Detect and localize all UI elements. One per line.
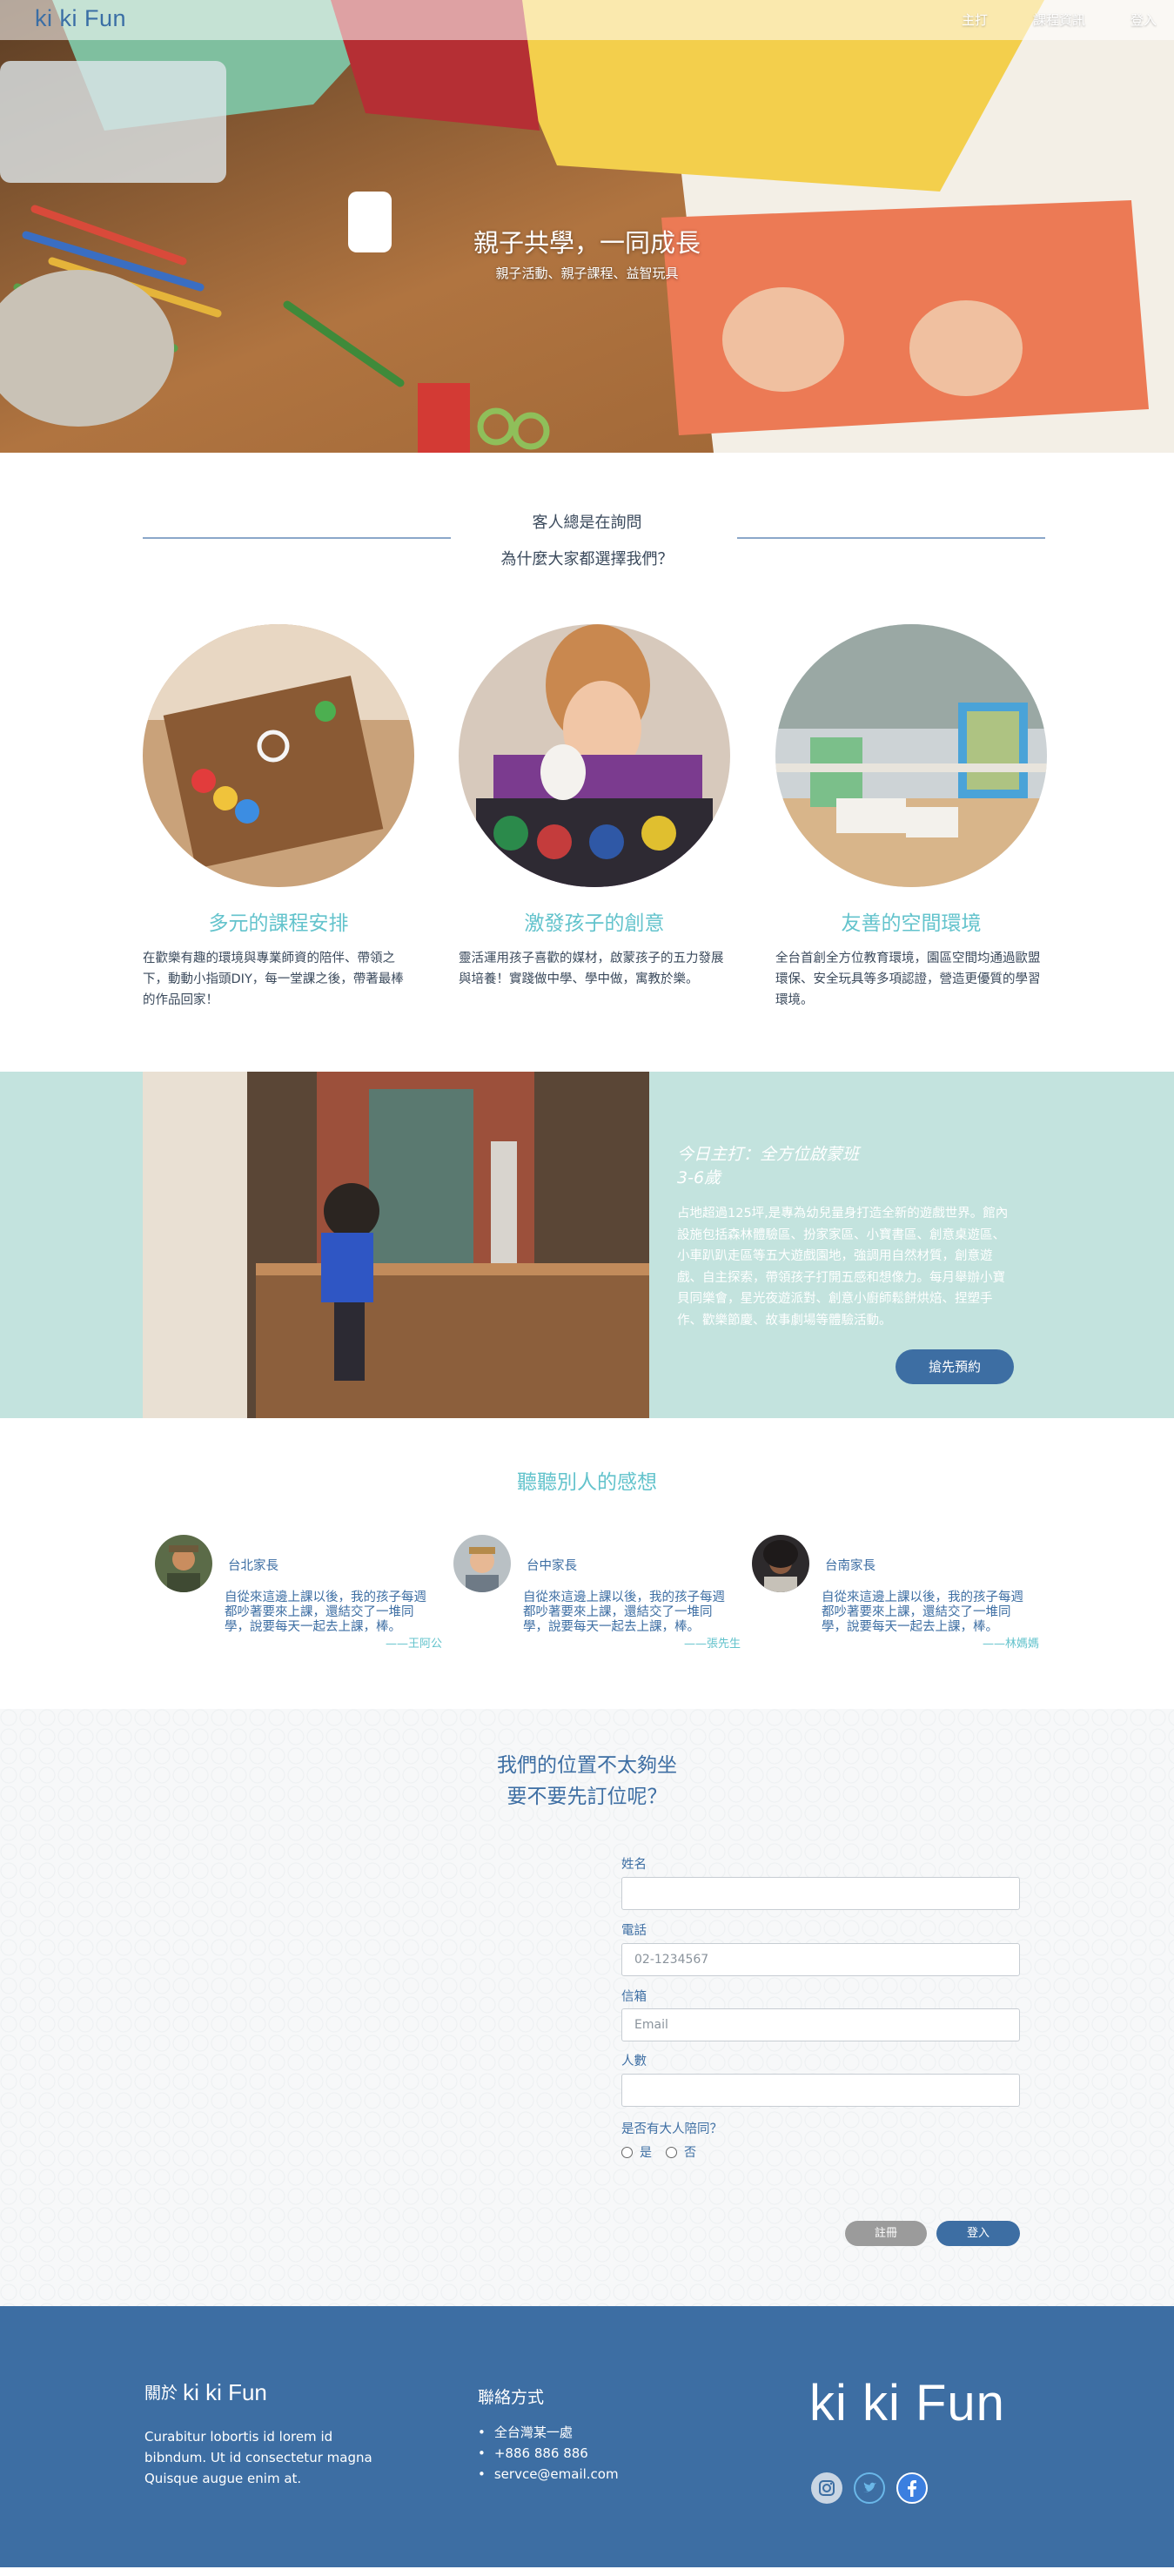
email-label: 信箱 [621, 1990, 647, 2004]
footer-logo: ki ki Fun [809, 2375, 1005, 2431]
nav-link-courses[interactable]: 課程資訊 [1033, 10, 1085, 29]
facebook-icon[interactable] [896, 2472, 928, 2504]
feature-card-space: 友善的空間環境 全台首創全方位教育環境，園區空間均通過歐盟環保、安全玩具等多項認… [775, 624, 1047, 1011]
feature-title: 激發孩子的創意 [524, 912, 665, 935]
testimonial-quote: 自從來這邊上課以後，我的孩子每週都吵著要來上課，還結交了一堆同學，說要每天一起去… [523, 1591, 725, 1634]
feature-image-space [775, 624, 1047, 887]
testimonial-card: 台南家長 自從來這邊上課以後，我的孩子每週都吵著要來上課，還結交了一堆同學，說要… [752, 1535, 1039, 1651]
phone-input[interactable] [621, 1943, 1020, 1976]
why-subheading: 為什麼大家都選擇我們？ [500, 550, 674, 568]
radio-yes-label: 是 [640, 2146, 652, 2160]
testimonial-name: 台北家長 [228, 1559, 278, 1573]
feature-image-creativity [459, 624, 730, 887]
page-bottom-strip [0, 2567, 1174, 2576]
book-now-button[interactable]: 搶先預約 [896, 1349, 1014, 1384]
feature-image-courses [143, 624, 414, 887]
feature-title: 多元的課程安排 [208, 912, 349, 935]
radio-yes[interactable] [621, 2146, 633, 2158]
nav-link-login[interactable]: 登入 [1130, 10, 1157, 29]
feature-title: 友善的空間環境 [841, 912, 982, 935]
count-input[interactable] [621, 2074, 1020, 2107]
booking-heading: 我們的位置不太夠坐 要不要先訂位呢？ [0, 1750, 1174, 1813]
divider-left [143, 537, 451, 539]
radio-no[interactable] [666, 2146, 677, 2158]
avatar [752, 1535, 809, 1592]
name-label: 姓名 [621, 1858, 647, 1872]
booking-heading-line2: 要不要先訂位呢？ [506, 1786, 668, 1808]
promo-title-line1: 今日主打：全方位啟蒙班 [677, 1145, 860, 1164]
footer-contact-list: 全台灣某一處 +886 886 886 servce@email.com [478, 2422, 619, 2485]
nav-links: 主打 課程資訊 登入 [962, 10, 1157, 29]
email-input[interactable] [621, 2008, 1020, 2041]
feature-card-courses: 多元的課程安排 在歡樂有趣的環境與專業師資的陪伴、帶領之下，動動小指頭DIY，每… [143, 624, 414, 1011]
testimonial-name: 台南家長 [825, 1559, 875, 1573]
why-heading: 客人總是在詢問 [532, 514, 642, 532]
booking-heading-line1: 我們的位置不太夠坐 [497, 1754, 677, 1777]
feature-text: 在歡樂有趣的環境與專業師資的陪伴、帶領之下，動動小指頭DIY，每一堂課之後，帶著… [143, 952, 404, 1007]
testimonial-name: 台中家長 [527, 1559, 577, 1573]
adult-radio-group: 是 否 [621, 2143, 696, 2161]
testimonial-quote: 自從來這邊上課以後，我的孩子每週都吵著要來上課，還結交了一堆同學，說要每天一起去… [822, 1591, 1023, 1634]
hero-title: 親子共學，一同成長 [473, 228, 701, 258]
contact-phone[interactable]: +886 886 886 [478, 2443, 619, 2464]
testimonial-card: 台中家長 自從來這邊上課以後，我的孩子每週都吵著要來上課，還結交了一堆同學，說要… [453, 1535, 741, 1651]
contact-email[interactable]: servce@email.com [478, 2464, 619, 2485]
promo-title-line2: 3-6歲 [677, 1168, 721, 1187]
name-input[interactable] [621, 1877, 1020, 1910]
top-nav: ki ki Fun 主打 課程資訊 登入 [0, 0, 1174, 40]
footer-about-logo: ki ki Fun [183, 2379, 267, 2405]
promo-title: 今日主打：全方位啟蒙班 3-6歲 [677, 1143, 859, 1190]
contact-address: 全台灣某一處 [478, 2422, 619, 2443]
hero-subtitle: 親子活動、親子課程、益智玩具 [495, 266, 679, 281]
testimonial-card: 台北家長 自從來這邊上課以後，我的孩子每週都吵著要來上課，還結交了一堆同學，說要… [155, 1535, 442, 1651]
feature-text: 靈活運用孩子喜歡的媒材，啟蒙孩子的五力發展與培養！實踐做中學、學中做，寓教於樂。 [459, 952, 724, 986]
twitter-icon[interactable] [854, 2472, 885, 2504]
footer-about-prefix: 關於 [144, 2384, 178, 2403]
register-button[interactable]: 註冊 [845, 2221, 927, 2246]
testimonials-heading: 聽聽別人的感想 [517, 1471, 657, 1494]
footer-about-title: 關於 ki ki Fun [144, 2379, 267, 2406]
adult-question: 是否有大人陪同？ [621, 2122, 722, 2136]
testimonial-author: ——張先生 [683, 1638, 741, 1651]
promo-text: 占地超過125坪,是專為幼兒量身打造全新的遊戲世界。館內設施包括森林體驗區、扮家… [677, 1207, 1009, 1328]
divider-right [737, 537, 1045, 539]
feature-card-creativity: 激發孩子的創意 靈活運用孩子喜歡的媒材，啟蒙孩子的五力發展與培養！實踐做中學、學… [459, 624, 730, 990]
phone-label: 電話 [621, 1924, 647, 1938]
promo-image [143, 1072, 649, 1418]
testimonial-quote: 自從來這邊上課以後，我的孩子每週都吵著要來上課，還結交了一堆同學，說要每天一起去… [225, 1591, 426, 1634]
nav-link-featured[interactable]: 主打 [962, 10, 988, 29]
login-button[interactable]: 登入 [936, 2221, 1020, 2246]
avatar [155, 1535, 212, 1592]
footer-contact-title: 聯絡方式 [478, 2388, 545, 2407]
footer-about-text: Curabitur lobortis id lorem id bibndum. … [144, 2429, 372, 2486]
feature-text: 全台首創全方位教育環境，園區空間均通過歐盟環保、安全玩具等多項認證，營造更優質的… [775, 952, 1041, 1007]
hero-banner: 親子共學，一同成長 親子活動、親子課程、益智玩具 [0, 0, 1174, 453]
brand-logo[interactable]: ki ki Fun [35, 5, 126, 32]
instagram-icon[interactable] [811, 2472, 842, 2504]
testimonial-author: ——王阿公 [385, 1638, 442, 1651]
count-label: 人數 [621, 2055, 647, 2068]
testimonial-author: ——林媽媽 [982, 1638, 1039, 1651]
radio-no-label: 否 [684, 2146, 696, 2160]
avatar [453, 1535, 511, 1592]
